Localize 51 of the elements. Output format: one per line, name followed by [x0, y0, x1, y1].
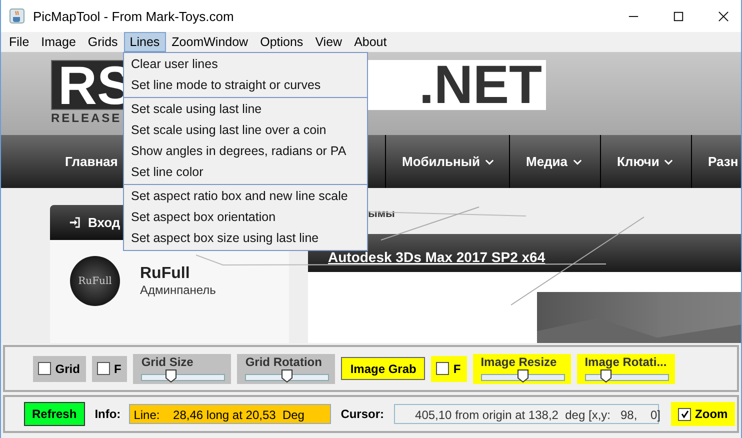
menu-item[interactable]: Image	[35, 32, 82, 52]
slider-thumb[interactable]	[600, 368, 612, 382]
java-cup-icon	[9, 8, 25, 24]
info-label: Info:	[94, 407, 121, 421]
slider-label: Image Resize	[480, 356, 558, 368]
check-icon	[680, 409, 690, 419]
checkbox[interactable]: Grid	[33, 356, 86, 382]
menu-item[interactable]: Lines	[124, 32, 166, 52]
menu-entry[interactable]: Set aspect box orientation	[124, 207, 367, 228]
menu-item[interactable]: About	[348, 32, 393, 52]
nav-item[interactable]: Разн	[691, 135, 738, 188]
slider-label: Grid Rotation	[245, 356, 323, 368]
nav-item[interactable]: Мобильный	[385, 135, 509, 188]
slider-thumb[interactable]	[281, 368, 294, 382]
card-title: Вход	[88, 215, 120, 230]
info-field: Line: 28,46 long at 20,53 Deg	[128, 404, 331, 424]
logo-tagline: RELEASE	[51, 111, 123, 125]
menu-entry[interactable]: Set scale using last line over a coin	[124, 120, 367, 141]
post-title[interactable]: Autodesk 3Ds Max 2017 SP2 x64	[328, 249, 546, 265]
window-title: PicMapTool - From Mark-Toys.com	[33, 8, 234, 24]
nav-item[interactable]: Медиа	[509, 135, 600, 188]
close-icon[interactable]	[718, 10, 729, 22]
maximize-icon[interactable]	[673, 10, 684, 22]
menu-item[interactable]: File	[3, 32, 36, 52]
menu-item[interactable]: View	[309, 32, 348, 52]
menu-entry[interactable]: Set line color	[124, 162, 367, 183]
slider-label: Grid Size	[141, 356, 194, 368]
profile-name: RuFull	[140, 265, 191, 283]
menu-entry[interactable]: Set aspect box size using last line	[124, 228, 367, 249]
menu-entry[interactable]: Show angles in degrees, radians or PA	[124, 141, 367, 162]
cursor-field: 405,10 from origin at 138,2 deg [x,y: 98, 0]	[394, 404, 660, 424]
menu-item[interactable]: ZoomWindow	[166, 32, 254, 52]
checkbox[interactable]: F	[431, 356, 467, 382]
image-grab-button[interactable]: Image Grab	[341, 357, 426, 380]
checkbox[interactable]: F	[92, 356, 128, 382]
slider-thumb[interactable]	[516, 368, 529, 382]
chevron-icon	[572, 158, 582, 164]
slider-label: Image Rotati...	[584, 356, 668, 368]
chevron-icon	[664, 158, 674, 164]
nav-item[interactable]: Ключи	[600, 135, 691, 188]
slider-thumb[interactable]	[165, 368, 177, 382]
login-icon	[69, 217, 80, 228]
refresh-button[interactable]: Refresh	[24, 402, 85, 426]
zoom-checkbox[interactable]: Zoom	[671, 402, 735, 426]
menu-item[interactable]: Grids	[82, 32, 124, 52]
menu-entry[interactable]: Set aspect ratio box and new line scale	[124, 186, 367, 207]
menu-item[interactable]: Options	[254, 32, 310, 52]
profile-role: Админпанель	[140, 283, 216, 297]
chevron-icon	[485, 158, 494, 164]
avatar: RuFull	[70, 256, 120, 306]
cursor-label: Cursor:	[340, 407, 384, 421]
